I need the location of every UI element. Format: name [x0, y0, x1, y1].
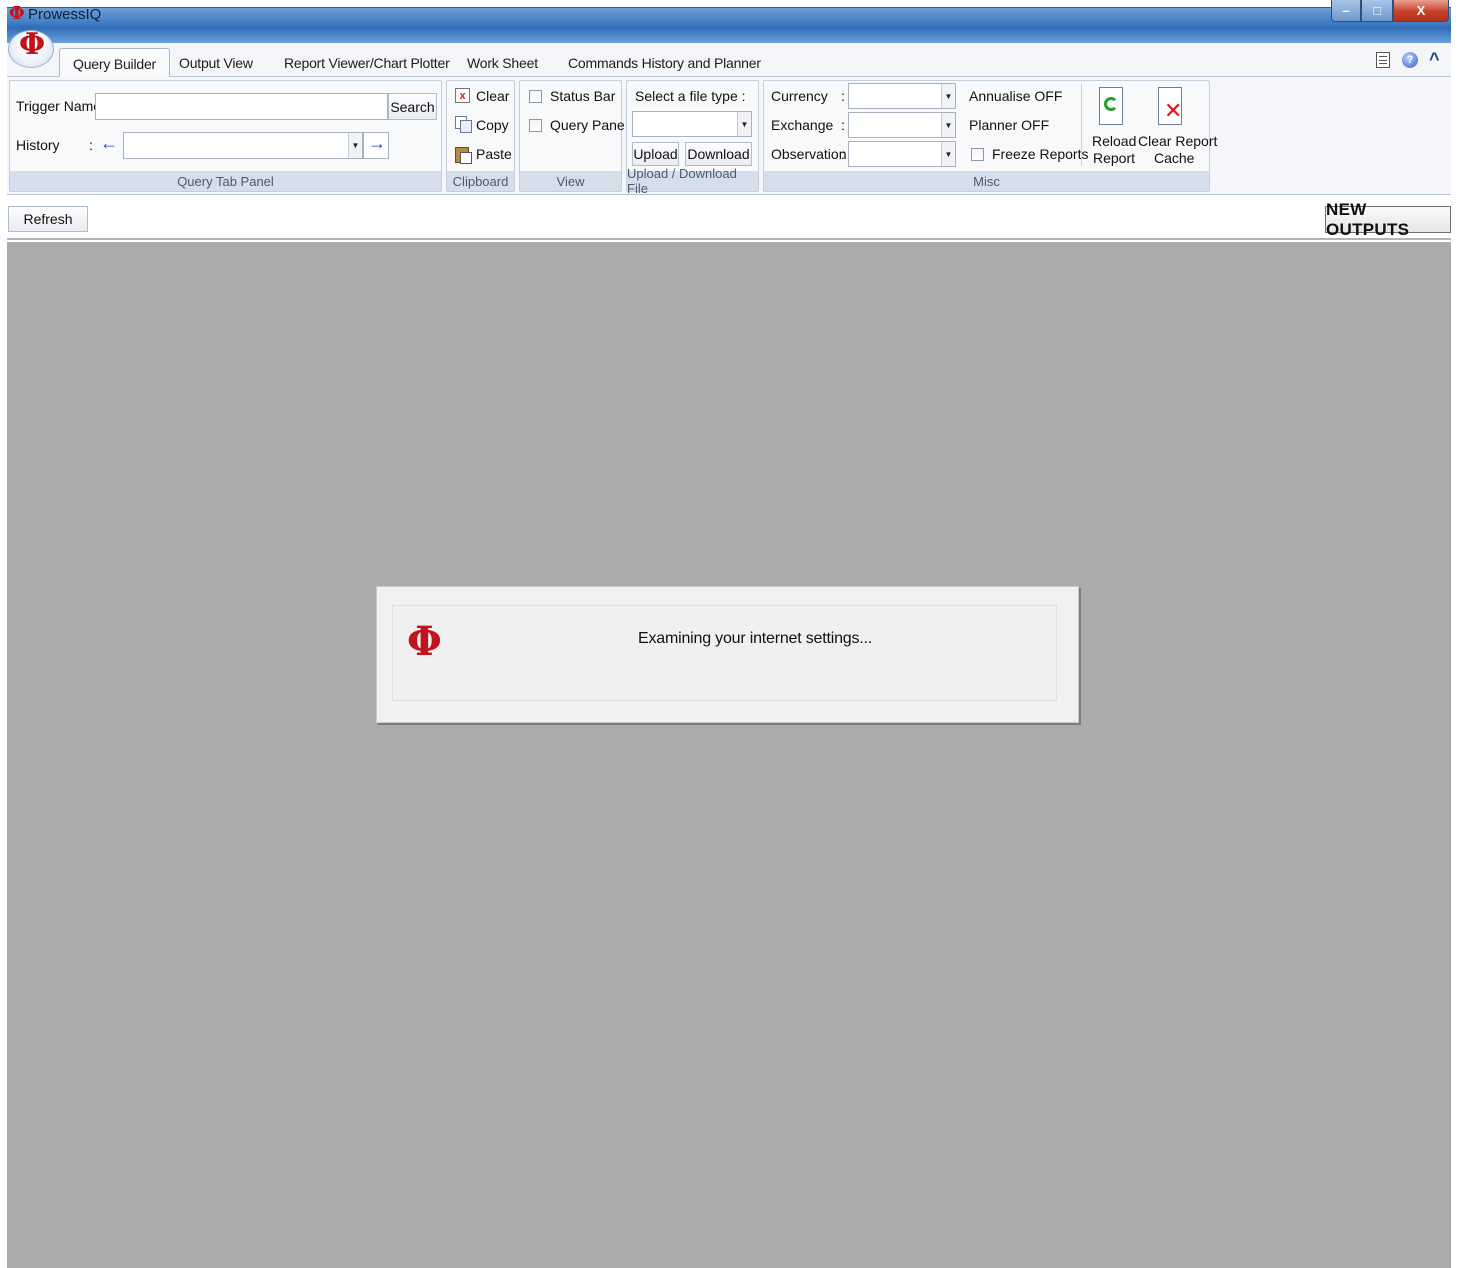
chevron-down-icon: ▼: [348, 133, 362, 158]
dialog-content-panel: [392, 605, 1057, 701]
clear-cache-label-line2: Cache: [1154, 150, 1195, 166]
annualise-toggle[interactable]: Annualise OFF: [969, 88, 1062, 104]
document-icon[interactable]: [1376, 52, 1390, 68]
tab-label: Query Builder: [73, 55, 156, 72]
exchange-label: Exchange: [771, 117, 834, 133]
freeze-reports-label: Freeze Reports: [992, 146, 1089, 162]
observation-label: Observation: [771, 146, 847, 162]
reload-label-line1: Reload: [1092, 133, 1137, 149]
history-back-icon[interactable]: ←: [100, 133, 118, 154]
currency-colon: :: [841, 88, 845, 104]
app-orb-icon: Φ: [19, 27, 46, 62]
chevron-down-icon: ▼: [941, 113, 955, 137]
search-button[interactable]: Search: [388, 93, 437, 120]
minimize-icon: –: [1342, 3, 1350, 18]
group-label: Query Tab Panel: [10, 171, 441, 191]
history-dropdown[interactable]: ▼: [123, 132, 363, 159]
minimize-button[interactable]: –: [1331, 0, 1361, 22]
maximize-icon: □: [1373, 3, 1381, 18]
paste-button[interactable]: Paste: [476, 146, 512, 162]
query-pane-checkbox[interactable]: [529, 119, 542, 132]
observation-colon: :: [841, 146, 845, 162]
tab-output-view[interactable]: Output View: [166, 48, 266, 78]
status-bar-checkbox[interactable]: [529, 90, 542, 103]
select-file-type-label: Select a file type :: [635, 88, 746, 104]
copy-icon: [455, 116, 472, 133]
window-title: ProwessIQ: [28, 6, 102, 23]
status-bar-label: Status Bar: [550, 88, 616, 104]
exchange-dropdown[interactable]: ▼: [848, 112, 956, 138]
app-logo-icon: Φ: [407, 618, 442, 665]
refresh-button[interactable]: Refresh: [8, 206, 88, 232]
reload-label-line2: Report: [1093, 150, 1136, 166]
history-colon: :: [89, 137, 93, 153]
copy-button[interactable]: Copy: [476, 117, 509, 133]
help-icon[interactable]: ?: [1402, 52, 1418, 68]
paste-icon: [455, 145, 472, 164]
misc-separator: [1081, 84, 1082, 166]
new-outputs-button[interactable]: NEW OUTPUTS: [1325, 200, 1451, 239]
tab-commands-history[interactable]: Commands History and Planner: [555, 48, 774, 78]
group-label: Misc: [764, 171, 1209, 191]
exchange-colon: :: [841, 117, 845, 133]
group-label: View: [520, 171, 621, 191]
group-label: Upload / Download File: [627, 166, 758, 196]
tab-label: Report Viewer/Chart Plotter: [284, 55, 450, 71]
workspace-area: [7, 242, 1451, 1268]
clear-cache-icon: ✕: [1158, 87, 1182, 125]
dialog-message: Examining your internet settings...: [638, 630, 873, 647]
chevron-down-icon: ▼: [737, 112, 751, 136]
download-button[interactable]: Download: [685, 142, 752, 166]
group-label: Clipboard: [447, 171, 514, 191]
trigger-name-label: Trigger Name:: [16, 98, 105, 114]
freeze-reports-checkbox[interactable]: [971, 148, 984, 161]
trigger-name-input[interactable]: [95, 93, 388, 120]
tab-label: Commands History and Planner: [568, 55, 761, 71]
planner-toggle[interactable]: Planner OFF: [969, 117, 1049, 133]
tab-work-sheet[interactable]: Work Sheet: [454, 48, 551, 78]
tab-label: Output View: [179, 55, 253, 71]
upload-button[interactable]: Upload: [632, 142, 679, 166]
currency-dropdown[interactable]: ▼: [848, 83, 956, 109]
output-toolbar: [7, 202, 1451, 240]
chevron-down-icon: ▼: [941, 84, 955, 108]
maximize-button[interactable]: □: [1361, 0, 1393, 22]
reload-icon: [1099, 87, 1123, 125]
clear-button[interactable]: Clear: [476, 88, 509, 104]
history-label: History: [16, 137, 60, 153]
chevron-down-icon: ▼: [941, 142, 955, 166]
clear-cache-label-line1: Clear Report: [1138, 133, 1218, 149]
tab-label: Work Sheet: [467, 55, 538, 71]
file-type-dropdown[interactable]: ▼: [632, 111, 752, 137]
app-logo-icon: Φ: [9, 3, 25, 24]
history-forward-icon: →: [368, 133, 386, 153]
currency-label: Currency: [771, 88, 828, 104]
observation-dropdown[interactable]: ▼: [848, 141, 956, 167]
clear-icon: x: [455, 88, 470, 103]
collapse-ribbon-icon[interactable]: ^: [1429, 49, 1440, 70]
close-button[interactable]: X: [1393, 0, 1449, 22]
tab-query-builder[interactable]: Query Builder: [59, 48, 170, 78]
query-pane-label: Query Pane: [550, 117, 625, 133]
close-icon: X: [1416, 3, 1426, 18]
tab-report-viewer[interactable]: Report Viewer/Chart Plotter: [271, 48, 463, 78]
title-bar: [7, 7, 1451, 43]
